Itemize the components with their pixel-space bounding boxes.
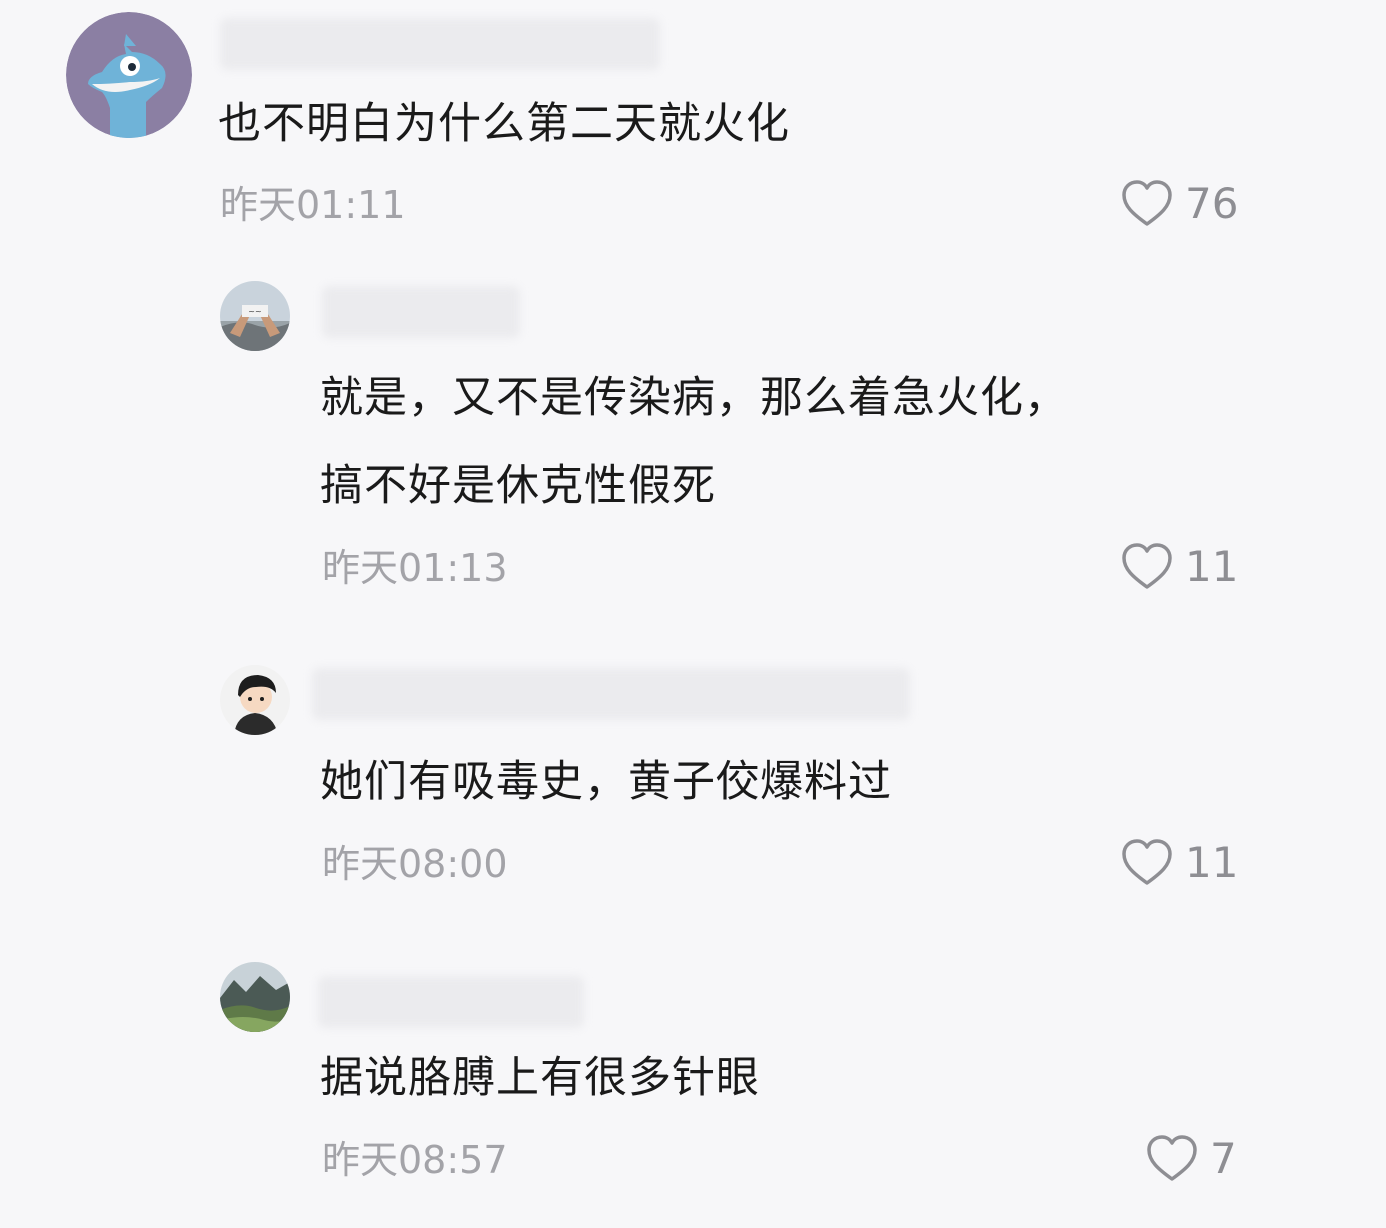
heart-outline-icon	[1122, 543, 1172, 589]
cartoon-person-avatar-icon	[220, 665, 290, 735]
like-count: 11	[1185, 838, 1239, 887]
username-blurred[interactable]	[318, 976, 584, 1028]
comment-timestamp: 昨天08:00	[322, 842, 508, 886]
avatar[interactable]	[220, 665, 290, 735]
blue-monster-avatar-icon	[66, 12, 192, 138]
like-count: 7	[1210, 1134, 1237, 1183]
comment-text-line-1: 就是，又不是传染病，那么着急火化，	[320, 373, 1068, 423]
comment-text-line-2: 搞不好是休克性假死	[320, 461, 716, 511]
comment-text: 据说胳膊上有很多针眼	[320, 1053, 760, 1103]
heart-outline-icon	[1122, 839, 1172, 885]
like-button[interactable]: 76	[1119, 176, 1238, 232]
heart-outline-icon	[1147, 1135, 1197, 1181]
comment-timestamp: 昨天01:11	[220, 183, 406, 227]
avatar[interactable]	[220, 962, 290, 1032]
username-blurred[interactable]	[220, 18, 660, 70]
comment-text: 她们有吸毒史，黄子佼爆料过	[320, 757, 892, 807]
comment-timestamp: 昨天01:13	[322, 546, 508, 590]
like-count: 76	[1185, 179, 1239, 228]
hands-sky-avatar-icon: ~~	[220, 281, 290, 351]
heart-outline-icon	[1122, 180, 1172, 226]
svg-text:~~: ~~	[248, 307, 261, 316]
like-count: 11	[1185, 542, 1239, 591]
landscape-avatar-icon	[220, 962, 290, 1032]
username-blurred[interactable]	[312, 668, 910, 720]
username-blurred[interactable]	[322, 286, 520, 338]
comment-text: 也不明白为什么第二天就火化	[218, 99, 790, 149]
like-button[interactable]: 11	[1119, 835, 1238, 891]
avatar[interactable]	[66, 12, 192, 138]
avatar[interactable]: ~~	[220, 281, 290, 351]
comment-timestamp: 昨天08:57	[322, 1138, 508, 1182]
like-button[interactable]: 11	[1119, 539, 1238, 595]
like-button[interactable]: 7	[1144, 1131, 1237, 1187]
